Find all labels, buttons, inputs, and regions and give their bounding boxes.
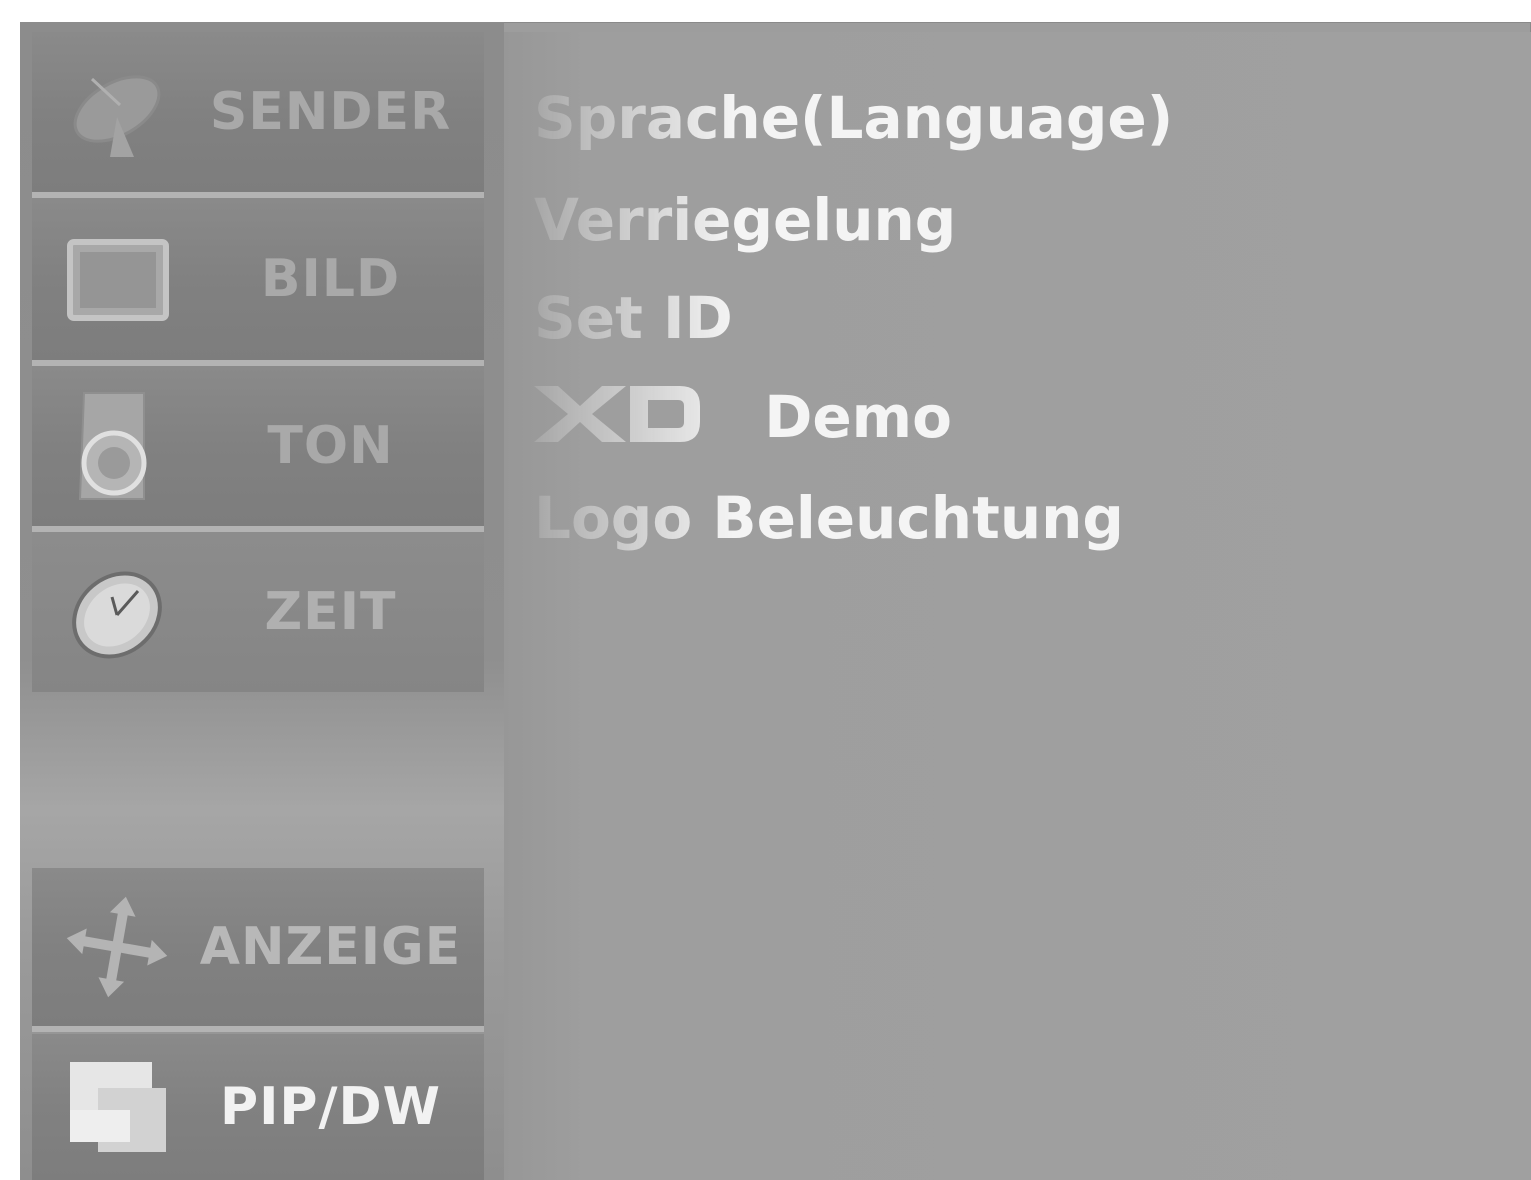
satellite-dish-icon: [62, 57, 172, 167]
sidebar-item-label: TON: [267, 416, 394, 476]
options-menu: Sprache(Language) Verriegelung Set ID De…: [504, 32, 1531, 1180]
sidebar-item-label: ANZEIGE: [199, 917, 462, 977]
sidebar-item-label: PIP/DW: [219, 1077, 442, 1137]
sidebar-item-bild[interactable]: BILD: [32, 198, 484, 366]
menu-item-sprache[interactable]: Sprache(Language): [534, 84, 1173, 152]
menu-item-logo-beleuchtung[interactable]: Logo Beleuchtung: [534, 484, 1124, 552]
sidebar-item-anzeige[interactable]: ANZEIGE: [32, 868, 484, 1032]
speaker-icon: [62, 391, 172, 501]
menu-item-xd-demo[interactable]: Demo: [534, 382, 952, 460]
menu-item-set-id[interactable]: Set ID: [534, 284, 733, 352]
move-arrows-icon: [62, 892, 172, 1002]
clock-icon: [62, 557, 172, 667]
picture-screen-icon: [62, 224, 172, 334]
sidebar-item-pip-dw[interactable]: PIP/DW: [32, 1034, 484, 1180]
xd-logo: [534, 382, 704, 460]
menu-item-label: Set ID: [534, 284, 733, 352]
menu-item-label: Demo: [764, 383, 952, 452]
sidebar-item-label: ZEIT: [264, 582, 397, 642]
sidebar-item-sender[interactable]: SENDER: [32, 32, 484, 198]
pip-windows-icon: [62, 1052, 172, 1162]
sidebar-item-label: BILD: [260, 249, 401, 309]
osd-menu: SENDER BILD TON ZEIT ANZEIGE PIP/DW Spra…: [20, 22, 1531, 1180]
sidebar-item-ton[interactable]: TON: [32, 366, 484, 532]
menu-item-verriegelung[interactable]: Verriegelung: [534, 186, 956, 254]
sidebar-item-label: SENDER: [209, 82, 452, 142]
menu-item-label: Logo Beleuchtung: [534, 484, 1124, 552]
menu-item-label: Sprache(Language): [534, 84, 1174, 152]
menu-item-label: Verriegelung: [534, 186, 957, 254]
category-sidebar: SENDER BILD TON ZEIT ANZEIGE PIP/DW: [20, 22, 504, 1180]
sidebar-item-zeit[interactable]: ZEIT: [32, 532, 484, 692]
